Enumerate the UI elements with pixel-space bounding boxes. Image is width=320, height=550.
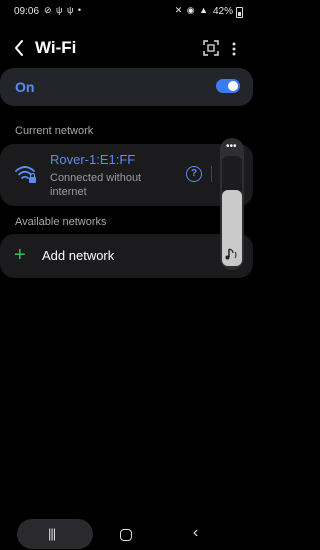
status-bar: 09:06 ⊘ ψ ψ • ✕ ◉ ▲ 42% [0, 0, 253, 24]
wifi-toggle-row[interactable] [0, 68, 253, 106]
panel-more-icon[interactable]: ••• [226, 141, 237, 152]
more-vert-icon [232, 42, 236, 56]
wifi-toggle-label: On [15, 79, 35, 95]
music-note-icon [224, 247, 238, 261]
recents-icon: ||| [48, 526, 56, 541]
toggle-knob [228, 81, 238, 91]
battery-level: 42% [212, 6, 233, 17]
row-divider [211, 166, 212, 182]
wifi-toggle-switch[interactable] [216, 79, 240, 93]
chevron-left-icon [15, 40, 23, 56]
battery-icon [236, 7, 243, 18]
qr-scan-button[interactable] [203, 40, 219, 56]
status-time: 09:06 [14, 6, 40, 17]
page-title: Wi-Fi [35, 38, 77, 57]
back-button[interactable] [11, 37, 29, 59]
add-network-label: Add network [42, 248, 115, 263]
nav-back-button[interactable]: ‹ [193, 524, 198, 542]
available-networks-heading: Available networks [15, 216, 107, 228]
system-status-icons: ✕ ◉ ▲ [174, 5, 209, 15]
network-info-button[interactable]: ? [186, 166, 202, 182]
wifi-locked-icon [14, 163, 38, 185]
add-network-row[interactable] [0, 234, 253, 278]
network-status: Connected without internet [50, 172, 142, 198]
qr-scan-icon [203, 40, 219, 56]
network-name: Rover-1:E1:FF [50, 152, 136, 167]
notification-icons: ⊘ ψ ψ • [44, 5, 83, 15]
current-network-heading: Current network [15, 125, 94, 137]
add-icon: + [14, 244, 26, 266]
more-options-button[interactable] [229, 40, 239, 58]
home-button[interactable] [120, 529, 132, 541]
